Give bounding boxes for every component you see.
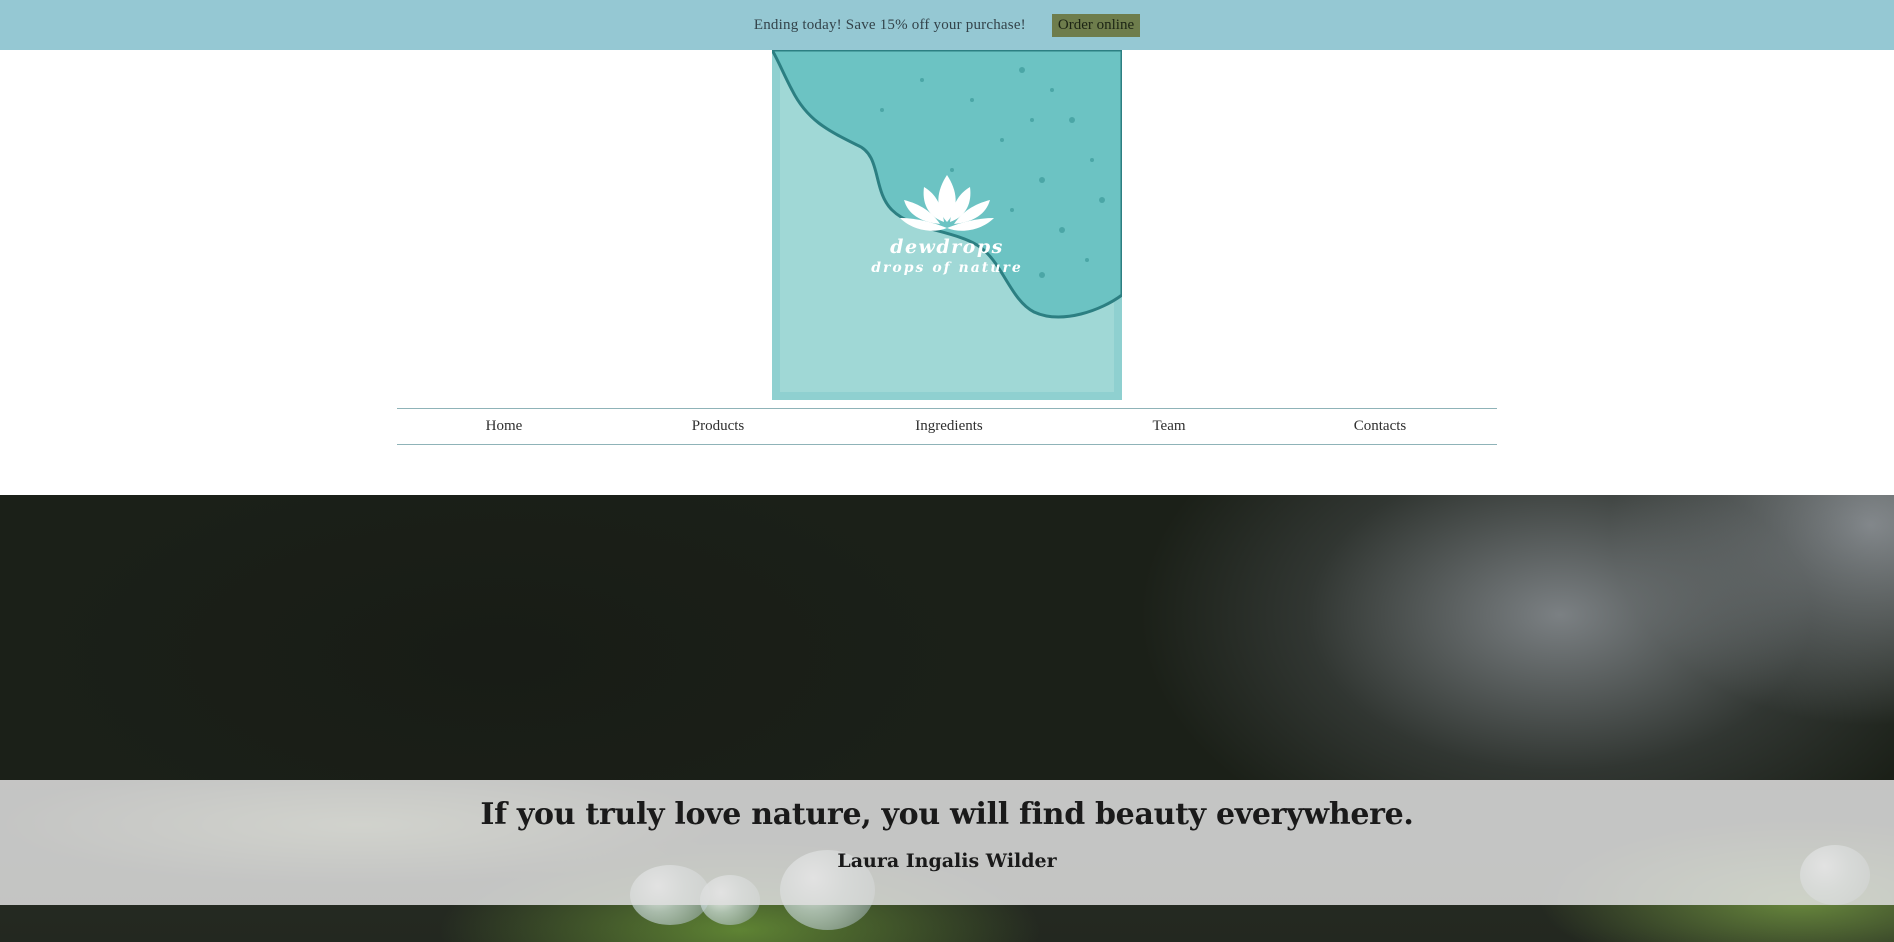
order-online-button[interactable]: Order online bbox=[1051, 13, 1141, 37]
promo-bar: Ending today! Save 15% off your purchase… bbox=[0, 0, 1894, 50]
brand-logo[interactable]: dewdrops drops of nature bbox=[772, 50, 1122, 400]
main-nav: Home Products Ingredients Team Contacts bbox=[397, 408, 1497, 445]
logo-artwork bbox=[772, 50, 1122, 400]
logo-name: dewdrops bbox=[890, 236, 1004, 258]
quote-band: If you truly love nature, you will find … bbox=[0, 780, 1894, 905]
nav-item-team[interactable]: Team bbox=[1152, 409, 1185, 444]
quote-author: Laura Ingalis Wilder bbox=[837, 850, 1057, 872]
nav-item-products[interactable]: Products bbox=[692, 409, 745, 444]
nav-item-home[interactable]: Home bbox=[486, 409, 523, 444]
nav-item-ingredients[interactable]: Ingredients bbox=[915, 409, 982, 444]
promo-text: Ending today! Save 15% off your purchase… bbox=[753, 16, 1026, 33]
nav-item-contacts[interactable]: Contacts bbox=[1354, 409, 1407, 444]
hero-section: If you truly love nature, you will find … bbox=[0, 495, 1894, 942]
logo-tagline: drops of nature bbox=[871, 260, 1023, 276]
hero-quote: If you truly love nature, you will find … bbox=[480, 797, 1414, 832]
